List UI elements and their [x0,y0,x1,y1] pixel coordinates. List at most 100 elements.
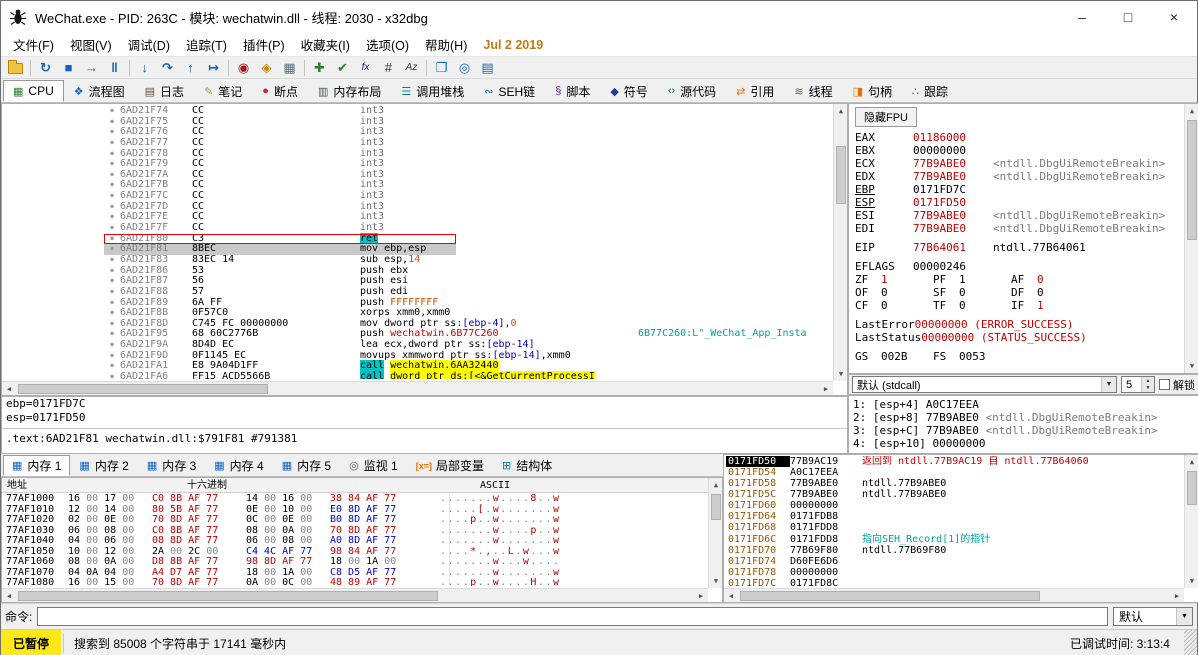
functions-button[interactable]: fx [354,57,377,78]
stack-row[interactable]: 0171FD5877B9ABE0ntdll.77B9ABE0 [726,478,1182,489]
menu-item-0[interactable]: 文件(F) [5,33,62,56]
checkbox-icon[interactable] [1159,379,1170,390]
windows-button[interactable]: ❐ [430,57,453,78]
scroll-up-icon[interactable]: ▲ [709,478,723,492]
pause-button[interactable]: ‖ [103,57,126,78]
flag-af[interactable]: AF0 [1011,273,1089,286]
breakpoint-dot[interactable]: ● [104,255,120,266]
tab-watch-1[interactable]: ◎监视 1 [340,455,407,476]
flag-fs[interactable]: FS0053 [933,350,1011,363]
chevron-down-icon[interactable]: ▼ [1176,608,1192,625]
argument-row[interactable]: 1: [esp+4] A0C17EEA [853,398,1194,411]
breakpoint-dot[interactable]: ● [104,180,120,191]
registers-vscrollbar[interactable]: ▲ ▼ [1184,104,1198,373]
trace-record-button[interactable]: ◉ [232,57,255,78]
scroll-up-icon[interactable]: ▲ [1185,455,1198,469]
scroll-right-icon[interactable]: ▶ [1170,589,1184,603]
register-edi[interactable]: EDI77B9ABE0<ntdll.DbgUiRemoteBreakin> [855,222,1198,235]
breakpoint-dot[interactable]: ● [104,138,120,149]
tab-script[interactable]: §脚本 [545,80,600,102]
scroll-down-icon[interactable]: ▼ [1185,574,1198,588]
register-esp[interactable]: ESP0171FD50 [855,196,1198,209]
command-input[interactable] [37,607,1108,626]
flag-tf[interactable]: TF0 [933,299,1011,312]
tab-call-stack[interactable]: ☰调用堆栈 [391,80,474,102]
breakpoint-dot[interactable]: ● [104,202,120,213]
tab-references[interactable]: ⇄引用 [726,80,784,102]
stack-row[interactable]: 0171FD6C0171FDD8指向SEH_Record[1]的指针 [726,534,1182,545]
tab-memory-map[interactable]: ▥内存布局 [308,80,391,102]
disasm-row[interactable]: ●6AD21F77CCint3 [4,138,831,149]
resize-grip[interactable] [1184,630,1197,655]
scroll-right-icon[interactable]: ▶ [694,589,708,603]
register-ecx[interactable]: ECX77B9ABE0<ntdll.DbgUiRemoteBreakin> [855,157,1198,170]
flag-zf[interactable]: ZF1 [855,273,933,286]
menu-item-2[interactable]: 调试(D) [120,33,178,56]
register-eflags[interactable]: EFLAGS00000246 [855,260,1198,273]
breakpoint-dot[interactable]: ● [104,106,120,117]
scroll-up-icon[interactable]: ▲ [1185,104,1198,118]
stack-row[interactable]: 0171FD74D60FE6D6 [726,556,1182,567]
close-button[interactable]: × [1151,1,1197,33]
stack-row[interactable]: 0171FD7800000000 [726,567,1182,578]
scroll-down-icon[interactable]: ▼ [834,367,848,381]
snowman-button[interactable]: # [377,57,400,78]
breakpoint-dot[interactable]: ● [104,212,120,223]
disasm-row[interactable]: ●6AD21F8383EC 14sub esp,14 [4,255,831,266]
minimize-button[interactable]: – [1059,1,1105,33]
calculator-button[interactable]: ▤ [476,57,499,78]
argument-row[interactable]: 2: [esp+8] 77B9ABE0 <ntdll.DbgUiRemoteBr… [853,411,1194,424]
stack-row[interactable]: 0171FD640171FDB8 [726,511,1182,522]
flag-cf[interactable]: CF0 [855,299,933,312]
breakpoint-dot[interactable]: ● [104,127,120,138]
scroll-down-icon[interactable]: ▼ [709,574,723,588]
stack-vscrollbar[interactable]: ▲ ▼ [1184,455,1198,588]
breakpoint-dot[interactable]: ● [104,244,120,255]
flag-if[interactable]: IF1 [1011,299,1089,312]
disasm-hscrollbar[interactable]: ◀ ▶ [2,381,833,395]
breakpoint-dot[interactable]: ● [104,117,120,128]
tab-source[interactable]: ‹›源代码 [658,80,726,102]
strings-button[interactable]: Az [400,57,423,78]
scroll-down-icon[interactable]: ▼ [1185,359,1198,373]
stack-row[interactable]: 0171FD7C0171FD8C [726,578,1182,586]
breakpoint-dot[interactable]: ● [104,308,120,319]
step-over-button[interactable]: ↷ [156,57,179,78]
breakpoint-dot[interactable]: ● [104,351,120,362]
argument-row[interactable]: 4: [esp+10] 00000000 [853,437,1194,450]
memory-map-button[interactable]: ▦ [278,57,301,78]
calling-convention-dropdown[interactable]: 默认 (stdcall) ▼ [852,376,1117,393]
breakpoint-dot[interactable]: ● [104,340,120,351]
dump-hscrollbar[interactable]: ◀ ▶ [2,588,708,602]
stack-row[interactable]: 0171FD680171FDD8 [726,522,1182,533]
scroll-left-icon[interactable]: ◀ [724,589,738,603]
breakpoint-dot[interactable]: ● [104,266,120,277]
tab-handles[interactable]: ◨句柄 [843,80,902,102]
hide-fpu-button[interactable]: 隐藏FPU [855,107,917,127]
step-out-button[interactable]: ↑ [179,57,202,78]
register-eax[interactable]: EAX01186000 [855,131,1198,144]
tab-dump-5[interactable]: ▦内存 5 [273,455,340,476]
tab-cpu[interactable]: ▦CPU [3,80,64,102]
step-into-button[interactable]: ↓ [133,57,156,78]
menu-item-4[interactable]: 插件(P) [235,33,293,56]
breakpoint-dot[interactable]: ● [104,223,120,234]
trace-into-button[interactable]: ◈ [255,57,278,78]
scroll-right-icon[interactable]: ▶ [819,382,833,396]
breakpoint-dot[interactable]: ● [104,287,120,298]
register-edx[interactable]: EDX77B9ABE0<ntdll.DbgUiRemoteBreakin> [855,170,1198,183]
run-button[interactable]: → [80,57,103,78]
breakpoint-dot[interactable]: ● [104,276,120,287]
flag-df[interactable]: DF0 [1011,286,1089,299]
breakpoint-dot[interactable]: ● [104,372,120,379]
spin-up-icon[interactable]: ▲ [1142,377,1154,385]
stack-hscrollbar[interactable]: ◀ ▶ [724,588,1184,602]
flag-sf[interactable]: SF0 [933,286,1011,299]
settings-check-button[interactable]: ✔ [331,57,354,78]
stack-row[interactable]: 0171FD54A0C17EEA [726,467,1182,478]
stop-button[interactable]: ■ [57,57,80,78]
register-ebp[interactable]: EBP0171FD7C [855,183,1198,196]
breakpoint-dot[interactable]: ● [104,298,120,309]
argument-row[interactable]: 3: [esp+C] 77B9ABE0 <ntdll.DbgUiRemoteBr… [853,424,1194,437]
stack-row[interactable]: 0171FD5C77B9ABE0ntdll.77B9ABE0 [726,489,1182,500]
